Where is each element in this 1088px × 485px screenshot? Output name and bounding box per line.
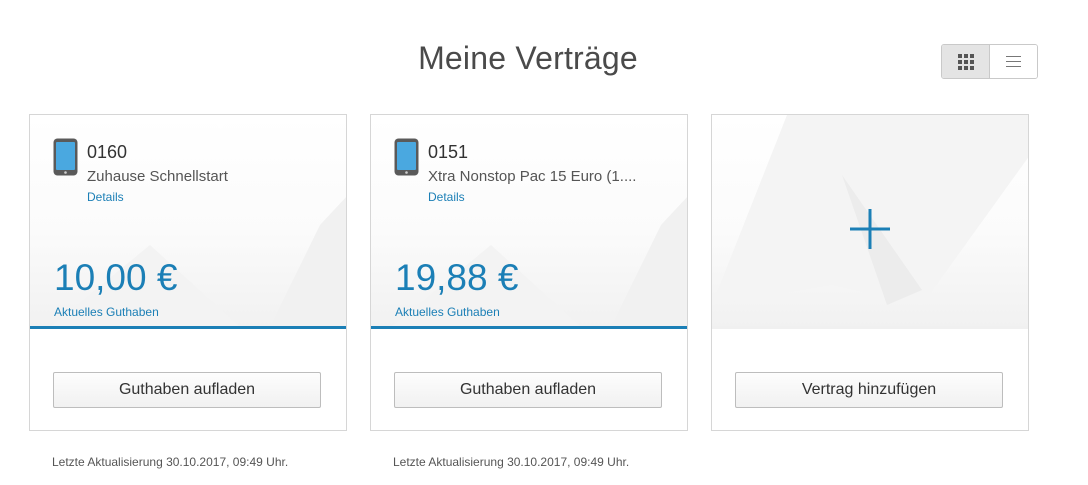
last-update-text: Letzte Aktualisierung 30.10.2017, 09:49 … [52, 455, 289, 469]
page-title: Meine Verträge [418, 40, 638, 76]
add-contract-card[interactable]: Vertrag hinzufügen [711, 114, 1029, 431]
details-link[interactable]: Details [428, 190, 465, 204]
topup-button[interactable]: Guthaben aufladen [53, 372, 321, 408]
contract-card: 0160 Zuhause Schnellstart Details 10,00 … [29, 114, 347, 431]
balance-amount: 10,00 € [54, 257, 178, 298]
topup-button[interactable]: Guthaben aufladen [394, 372, 662, 408]
contract-number: 0151 [428, 142, 469, 162]
card-header [712, 115, 1028, 327]
balance-amount: 19,88 € [395, 257, 519, 298]
contract-plan: Zuhause Schnellstart [87, 168, 228, 185]
phone-icon [53, 138, 78, 176]
contract-number: 0160 [87, 142, 128, 162]
balance-label: Aktuelles Guthaben [395, 305, 500, 319]
card-header: 0151 Xtra Nonstop Pac 15 Euro (1.... Det… [371, 115, 687, 327]
list-icon [1006, 56, 1021, 67]
balance-label: Aktuelles Guthaben [54, 305, 159, 319]
grid-view-button[interactable] [942, 45, 990, 78]
contract-plan: Xtra Nonstop Pac 15 Euro (1.... [428, 168, 637, 185]
card-divider [30, 326, 346, 329]
last-update-text: Letzte Aktualisierung 30.10.2017, 09:49 … [393, 455, 630, 469]
view-toggle [941, 44, 1038, 79]
phone-icon [394, 138, 419, 176]
plus-icon[interactable] [848, 207, 892, 251]
grid-icon [957, 53, 974, 70]
card-divider [712, 326, 1028, 329]
details-link[interactable]: Details [87, 190, 124, 204]
card-divider [371, 326, 687, 329]
contract-card: 0151 Xtra Nonstop Pac 15 Euro (1.... Det… [370, 114, 688, 431]
card-header: 0160 Zuhause Schnellstart Details 10,00 … [30, 115, 346, 327]
add-contract-button[interactable]: Vertrag hinzufügen [735, 372, 1003, 408]
list-view-button[interactable] [990, 45, 1037, 78]
